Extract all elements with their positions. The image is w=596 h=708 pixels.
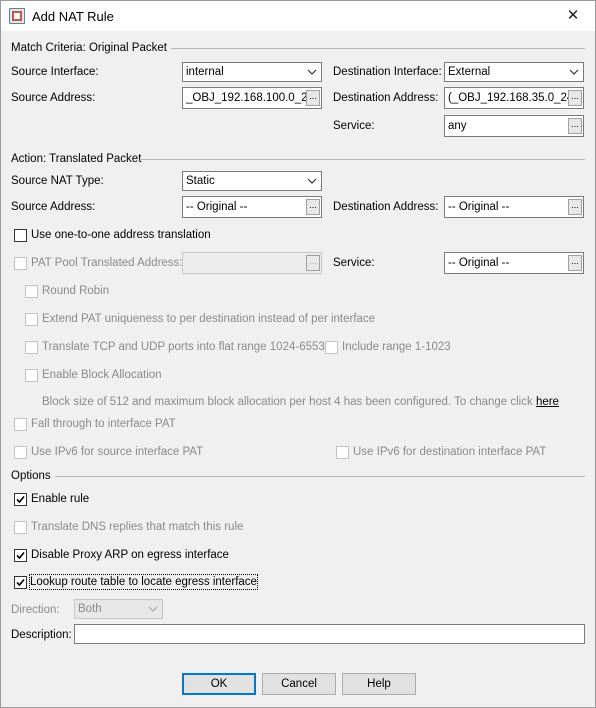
ipv6-source-checkbox[interactable] [14,446,27,459]
destination-address-label: Destination Address: [333,92,439,104]
help-button[interactable]: Help [342,673,416,695]
source-nat-type-label: Source NAT Type: [11,175,104,187]
round-robin-checkbox[interactable] [25,285,38,298]
source-nat-type-select[interactable]: Static [182,171,322,191]
ipv6-destination-label: Use IPv6 for destination interface PAT [353,446,547,458]
enable-rule-checkbox[interactable] [14,493,27,506]
direction-value: Both [78,603,102,615]
enable-rule-label: Enable rule [31,493,90,505]
cancel-button[interactable]: Cancel [262,673,336,695]
ellipsis-browse-icon[interactable]: ... [568,199,582,215]
lookup-route-label: Lookup route table to locate egress inte… [29,574,258,590]
chevron-down-icon [307,69,317,75]
translate-dns-label: Translate DNS replies that match this ru… [31,521,244,533]
add-nat-rule-dialog: Add NAT Rule ✕ Match Criteria: Original … [0,0,596,708]
block-allocation-label: Enable Block Allocation [42,369,162,381]
translated-service-field[interactable]: -- Original -- ... [444,252,584,274]
include-range-label: Include range 1-1023 [342,341,451,353]
block-allocation-checkbox[interactable] [25,369,38,382]
action-divider [141,159,585,160]
source-interface-select[interactable]: internal [182,62,322,82]
ellipsis-browse-icon[interactable]: ... [568,118,582,134]
disable-proxy-arp-checkbox[interactable] [14,549,27,562]
chevron-down-icon [307,178,317,184]
title-bar: Add NAT Rule ✕ [1,1,595,31]
translated-source-address-value: -- Original -- [186,201,248,213]
action-heading: Action: Translated Packet [11,153,142,165]
destination-address-field[interactable]: (_OBJ_192.168.35.0_24 ... [444,87,584,109]
checkmark-icon [16,495,25,504]
fall-through-label: Fall through to interface PAT [31,418,176,430]
service-value: any [448,120,467,132]
block-info-text: Block size of 512 and maximum block allo… [42,395,559,409]
source-address-label: Source Address: [11,92,96,104]
ok-button[interactable]: OK [182,673,256,695]
ellipsis-browse-icon[interactable]: ... [568,90,582,106]
ellipsis-browse-icon[interactable]: ... [306,90,320,106]
translate-tcp-udp-checkbox[interactable] [25,341,38,354]
one-to-one-label: Use one-to-one address translation [31,229,211,241]
pat-pool-field[interactable]: ... [182,252,322,274]
ellipsis-browse-icon[interactable]: ... [306,255,320,271]
window-title: Add NAT Rule [32,9,114,24]
destination-interface-select[interactable]: External [444,62,584,82]
disable-proxy-arp-label: Disable Proxy ARP on egress interface [31,549,229,561]
lookup-route-checkbox[interactable] [14,576,27,589]
checkmark-icon [16,578,25,587]
chevron-down-icon [148,606,158,612]
source-address-field[interactable]: _OBJ_192.168.100.0_24 ... [182,87,322,109]
pat-pool-checkbox[interactable] [14,257,27,270]
pat-pool-label: PAT Pool Translated Address: [31,257,183,269]
description-label: Description: [11,629,72,641]
translated-source-address-field[interactable]: -- Original -- ... [182,196,322,218]
ellipsis-browse-icon[interactable]: ... [568,255,582,271]
service-field[interactable]: any ... [444,115,584,137]
extend-pat-checkbox[interactable] [25,313,38,326]
close-icon[interactable]: ✕ [559,5,587,27]
match-criteria-heading: Match Criteria: Original Packet [11,42,167,54]
translate-tcp-udp-label: Translate TCP and UDP ports into flat ra… [42,341,332,353]
source-interface-label: Source Interface: [11,66,99,78]
include-range-checkbox[interactable] [325,341,338,354]
destination-interface-value: External [448,66,491,78]
source-nat-type-value: Static [186,175,215,187]
destination-address-value: (_OBJ_192.168.35.0_24 [448,92,574,104]
checkmark-icon [16,551,25,560]
fall-through-checkbox[interactable] [14,418,27,431]
round-robin-label: Round Robin [42,285,110,297]
one-to-one-checkbox[interactable] [14,229,27,242]
ipv6-destination-checkbox[interactable] [336,446,349,459]
ipv6-source-label: Use IPv6 for source interface PAT [31,446,204,458]
translated-destination-address-value: -- Original -- [448,201,510,213]
direction-select[interactable]: Both [74,599,163,619]
match-criteria-divider [171,48,585,49]
translated-service-label: Service: [333,257,375,269]
options-heading: Options [11,470,51,482]
translated-service-value: -- Original -- [448,257,510,269]
translated-destination-address-label: Destination Address: [333,201,439,213]
service-label: Service: [333,120,375,132]
translated-source-address-label: Source Address: [11,201,96,213]
block-info-message: Block size of 512 and maximum block allo… [42,396,533,408]
direction-label: Direction: [11,604,60,616]
translate-dns-checkbox[interactable] [14,521,27,534]
nat-rule-app-icon [9,8,25,24]
translated-destination-address-field[interactable]: -- Original -- ... [444,196,584,218]
source-address-value: _OBJ_192.168.100.0_24 [186,92,314,104]
chevron-down-icon [569,69,579,75]
destination-interface-label: Destination Interface: [333,66,442,78]
source-interface-value: internal [186,66,224,78]
description-field[interactable] [74,624,585,644]
ellipsis-browse-icon[interactable]: ... [306,199,320,215]
extend-pat-label: Extend PAT uniqueness to per destination… [42,313,376,325]
block-info-link[interactable]: here [536,396,559,408]
options-divider [55,476,585,477]
